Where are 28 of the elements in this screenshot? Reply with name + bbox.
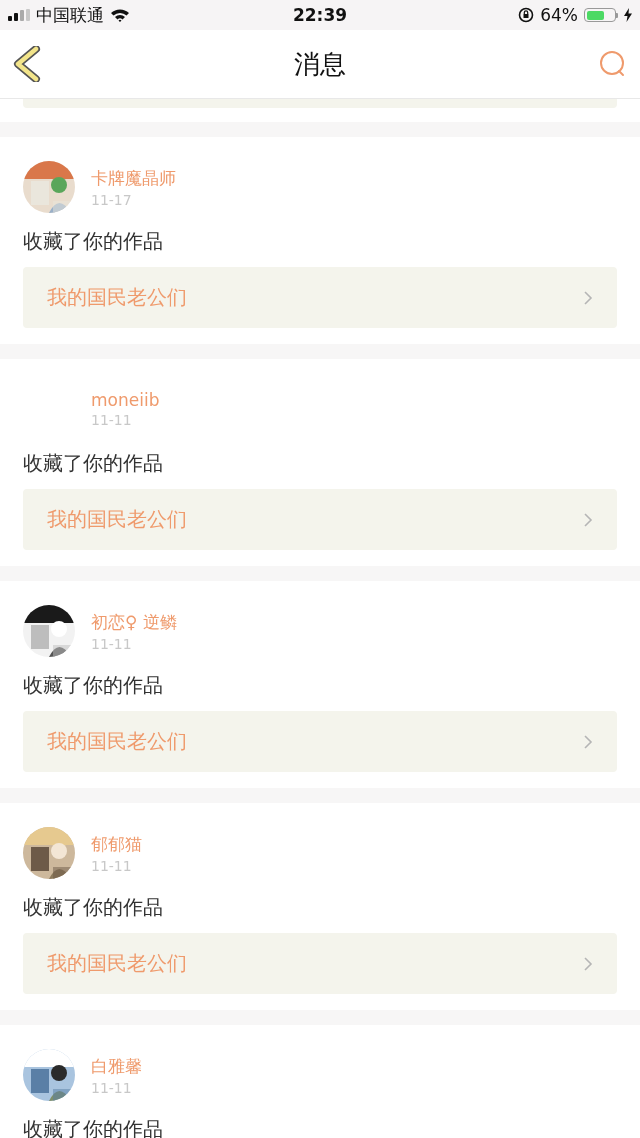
work-link[interactable]: 我的国民老公们 <box>23 489 617 550</box>
battery-percent: 64% <box>540 5 578 25</box>
message-text: 收藏了你的作品 <box>23 1116 164 1138</box>
battery-icon <box>584 8 618 22</box>
message-text: 收藏了你的作品 <box>23 228 164 255</box>
user-name[interactable]: 卡牌魔晶师 <box>91 166 176 190</box>
user-name[interactable]: 郁郁猫 <box>91 832 142 856</box>
user-name[interactable]: 白雅馨 <box>91 1054 142 1078</box>
rotation-lock-icon <box>518 7 535 23</box>
chevron-right-icon <box>583 289 593 306</box>
message-text: 收藏了你的作品 <box>23 450 164 477</box>
wifi-icon <box>110 8 130 22</box>
work-link[interactable]: 我的国民老公们 <box>23 711 617 772</box>
chevron-right-icon <box>583 955 593 972</box>
back-button[interactable] <box>12 46 42 82</box>
work-link[interactable]: 我的国民老公们 <box>23 933 617 994</box>
work-link[interactable]: 我的国民老公们 <box>23 267 617 328</box>
charging-icon <box>624 8 632 22</box>
carrier-name: 中国联通 <box>36 3 104 27</box>
chevron-right-icon <box>583 733 593 750</box>
page-title: 消息 <box>294 47 346 81</box>
clock-time: 22:39 <box>292 5 348 25</box>
message-text: 收藏了你的作品 <box>23 894 164 921</box>
user-name[interactable]: moneiib <box>91 390 160 410</box>
chevron-right-icon <box>583 511 593 528</box>
signal-icon <box>8 9 30 21</box>
user-name[interactable]: 初恋♀ 逆鳞 <box>91 610 177 634</box>
message-text: 收藏了你的作品 <box>23 672 164 699</box>
